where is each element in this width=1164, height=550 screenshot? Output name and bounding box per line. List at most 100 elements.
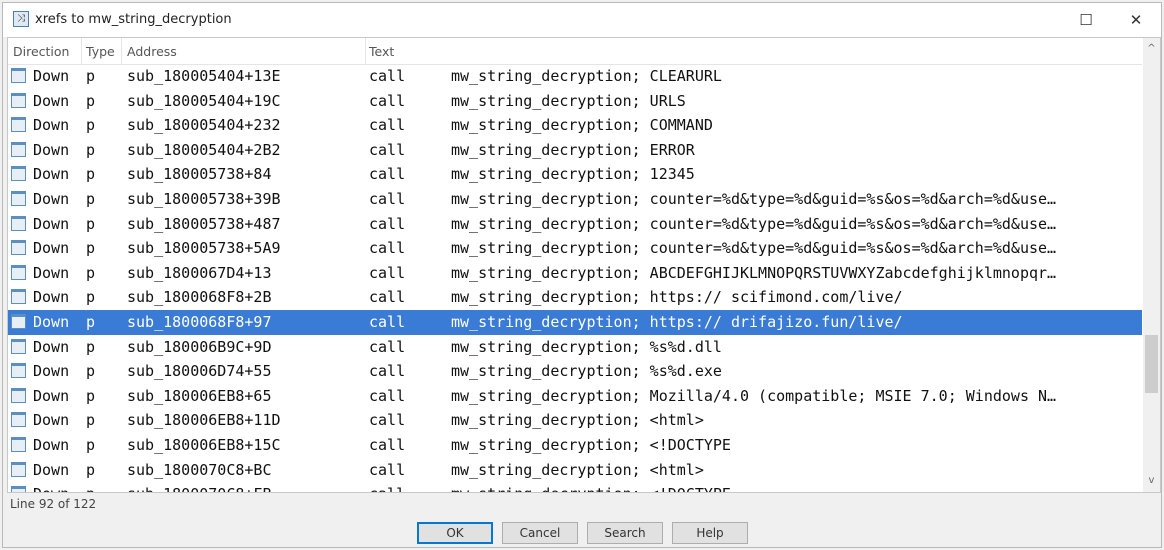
direction: Down: [33, 190, 70, 208]
help-button[interactable]: Help: [672, 522, 748, 544]
direction: Down: [33, 91, 70, 110]
type: p: [86, 313, 96, 331]
operand-text: mw_string_decryption; <html>: [451, 411, 704, 430]
address: sub_180005404+232: [127, 116, 281, 135]
xrefs-icon: ⤨: [13, 11, 29, 27]
column-type[interactable]: Type: [86, 44, 115, 59]
direction: Down: [33, 386, 70, 405]
scroll-down-icon[interactable]: v: [1143, 472, 1160, 490]
xref-row[interactable]: Down p sub_1800067D4+13 call mw_string_decry…: [8, 261, 1142, 286]
address: sub_180006D74+55: [127, 362, 272, 381]
xref-icon: [11, 289, 26, 305]
operand-text: mw_string_decryption; counter=%d&type=%d…: [451, 214, 1057, 233]
direction: Down: [33, 313, 70, 331]
address: sub_180006EB8+11D: [127, 411, 281, 430]
instruction: call: [369, 67, 406, 85]
xref-row[interactable]: Down p sub_180005404+232 call mw_string_decr…: [8, 113, 1142, 138]
xref-row[interactable]: Down p sub_1800070C8+FB call mw_string_decry…: [8, 482, 1142, 492]
instruction: call: [369, 362, 406, 381]
xref-icon: [11, 191, 26, 206]
ok-button[interactable]: OK: [417, 522, 493, 544]
xref-row[interactable]: Down p sub_180005738+5A9 call mw_string_decr…: [8, 236, 1142, 261]
xref-row[interactable]: Down p sub_180005404+19C call mw_string_decr…: [8, 89, 1142, 114]
xref-row[interactable]: Down p sub_1800068F8+2B call mw_string_decry…: [8, 285, 1142, 310]
operand-text: mw_string_decryption; %s%d.exe: [451, 362, 722, 381]
instruction: call: [369, 116, 406, 135]
instruction: call: [369, 436, 406, 454]
type: p: [86, 386, 96, 405]
xref-row[interactable]: Down p sub_180005404+2B2 call mw_string_decr…: [8, 138, 1142, 163]
type: p: [86, 190, 96, 208]
operand-text: mw_string_decryption; <!DOCTYPE: [451, 436, 731, 454]
type: p: [86, 165, 96, 184]
operand-text: mw_string_decryption; %s%d.dll: [451, 337, 722, 356]
xref-icon: [11, 215, 26, 231]
operand-text: mw_string_decryption; URLS: [451, 91, 686, 110]
xref-row[interactable]: Down p sub_1800070C8+BC call mw_string_decry…: [8, 458, 1142, 483]
instruction: call: [369, 313, 406, 331]
xref-row[interactable]: Down p sub_180006EB8+11D call mw_string_decr…: [8, 408, 1142, 433]
type: p: [86, 263, 96, 282]
scroll-up-icon[interactable]: ^: [1143, 40, 1160, 58]
xref-row[interactable]: Down p sub_180006D74+55 call mw_string_decry…: [8, 359, 1142, 384]
column-text[interactable]: Text: [369, 44, 394, 59]
type: p: [86, 140, 96, 159]
type: p: [86, 337, 96, 356]
xref-icon: [11, 387, 26, 403]
xref-row[interactable]: Down p sub_180005738+487 call mw_string_decr…: [8, 212, 1142, 237]
instruction: call: [369, 288, 406, 307]
type: p: [86, 460, 96, 479]
title-bar: ⤨ xrefs to mw_string_decryption ☐ ✕: [3, 3, 1161, 37]
xrefs-list[interactable]: Direction Type Address Text Down p sub_180…: [7, 37, 1161, 493]
column-address[interactable]: Address: [127, 44, 177, 59]
type: p: [86, 214, 96, 233]
xref-row[interactable]: Down p sub_180006EB8+65 call mw_string_decry…: [8, 384, 1142, 409]
status-line: Line 92 of 122: [10, 497, 97, 511]
scroll-thumb[interactable]: [1145, 335, 1158, 393]
operand-text: mw_string_decryption; <!DOCTYPE: [451, 485, 731, 492]
instruction: call: [369, 386, 406, 405]
instruction: call: [369, 190, 406, 208]
xref-row[interactable]: Down p sub_180006EB8+15C call mw_string_decr…: [8, 433, 1142, 458]
direction: Down: [33, 362, 70, 381]
direction: Down: [33, 288, 70, 307]
xref-row[interactable]: Down p sub_180005404+13E call mw_string_decr…: [8, 64, 1142, 89]
address: sub_180005738+487: [127, 214, 281, 233]
instruction: call: [369, 165, 406, 184]
xrefs-dialog: ⤨ xrefs to mw_string_decryption ☐ ✕ Dire…: [2, 2, 1162, 548]
type: p: [86, 362, 96, 381]
xref-icon: [11, 117, 26, 133]
xref-icon: [11, 412, 26, 428]
instruction: call: [369, 140, 406, 159]
column-direction[interactable]: Direction: [13, 44, 69, 59]
address: sub_180006EB8+15C: [127, 436, 281, 454]
maximize-button[interactable]: ☐: [1063, 7, 1109, 33]
xref-icon: [11, 240, 26, 256]
address: sub_180005738+84: [127, 165, 272, 184]
xref-icon: [11, 166, 26, 182]
cancel-button[interactable]: Cancel: [502, 522, 578, 544]
instruction: call: [369, 214, 406, 233]
xref-icon: [11, 437, 26, 452]
operand-text: mw_string_decryption; 12345: [451, 165, 695, 184]
direction: Down: [33, 485, 69, 492]
address: sub_1800070C8+BC: [127, 460, 272, 479]
xref-row[interactable]: Down p sub_1800068F8+97 call mw_string_decry…: [8, 310, 1142, 335]
direction: Down: [33, 460, 70, 479]
xref-row[interactable]: Down p sub_180006B9C+9D call mw_string_decry…: [8, 335, 1142, 360]
vertical-scrollbar[interactable]: ^ v: [1143, 38, 1160, 492]
type: p: [86, 67, 96, 85]
operand-text: mw_string_decryption; COMMAND: [451, 116, 713, 135]
instruction: call: [369, 411, 406, 430]
direction: Down: [33, 263, 70, 282]
search-button[interactable]: Search: [587, 522, 663, 544]
instruction: call: [369, 485, 405, 492]
direction: Down: [33, 337, 70, 356]
address: sub_180005404+19C: [127, 91, 281, 110]
operand-text: mw_string_decryption; Mozilla/4.0 (compa…: [451, 386, 1057, 405]
direction: Down: [33, 411, 70, 430]
xref-icon: [11, 314, 26, 329]
xref-row[interactable]: Down p sub_180005738+84 call mw_string_decry…: [8, 162, 1142, 187]
xref-row[interactable]: Down p sub_180005738+39B call mw_string_decr…: [8, 187, 1142, 212]
close-button[interactable]: ✕: [1113, 7, 1159, 33]
